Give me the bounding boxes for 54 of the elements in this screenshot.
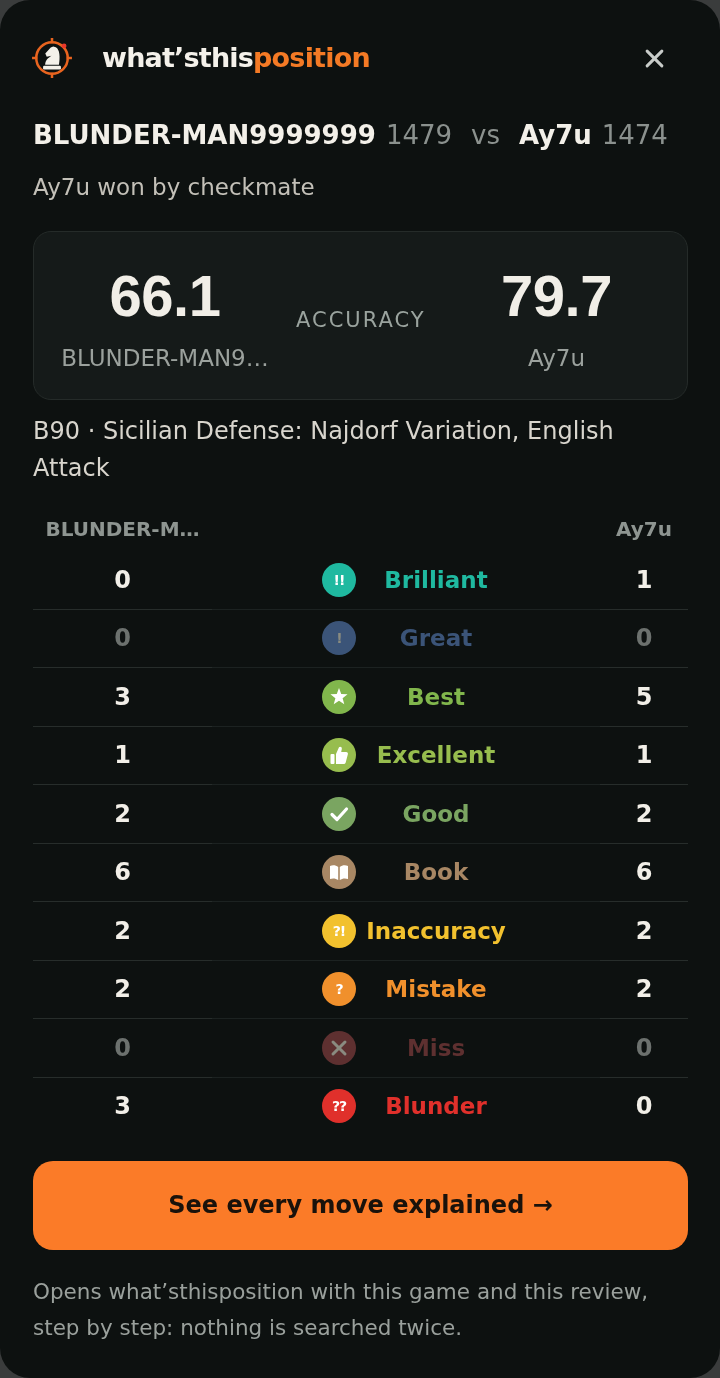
move-count: 2 (635, 798, 653, 829)
classification-label: Blunder (385, 1092, 487, 1122)
move-count: 6 (635, 857, 653, 888)
move-count: 3 (114, 1091, 131, 1122)
move-count: 1 (635, 564, 653, 595)
player-rating: 1474 (601, 119, 668, 151)
symbol-badge: ?! (322, 913, 356, 948)
move-count: 2 (635, 915, 653, 946)
move-count: 2 (114, 915, 131, 946)
footnote-text: Opens what’sthisposition with this game and this review, step by step: nothing is searched twice. (33, 1277, 650, 1342)
symbol-badge: ! (322, 621, 356, 656)
move-count: 0 (635, 1091, 653, 1122)
move-count: 0 (114, 1032, 131, 1063)
logo-icon (31, 37, 73, 79)
classification-label: Good (402, 799, 470, 829)
player-name: Ay7u (519, 119, 592, 151)
player-rating: 1479 (385, 119, 453, 151)
move-count: 3 (114, 681, 131, 712)
brand-name: what’sthisposition (102, 41, 370, 75)
column-header: Ay7u (616, 517, 672, 541)
move-count: 1 (635, 740, 653, 771)
move-count: 2 (635, 974, 653, 1005)
classification-label: Book (403, 858, 469, 888)
classification-label: Great (399, 624, 473, 654)
game-result: Ay7u won by checkmate (33, 173, 316, 202)
classification-label: Mistake (385, 975, 487, 1005)
close-icon (645, 48, 664, 68)
move-count: 2 (114, 798, 131, 829)
versus-label: vs (471, 119, 500, 151)
classification-label: Excellent (376, 741, 496, 771)
classification-label: Inaccuracy (366, 916, 506, 946)
move-count: 0 (635, 1032, 653, 1063)
player-name: BLUNDER-MAN9999999 (33, 119, 376, 151)
player-name: BLUNDER-MAN9… (61, 344, 269, 372)
move-count: 5 (635, 681, 653, 712)
classification-label: Brilliant (384, 565, 488, 595)
symbol-badge: !! (322, 562, 356, 597)
player-name: Ay7u (528, 344, 586, 372)
explain-moves-button[interactable]: See every move explained → (33, 1160, 688, 1250)
column-header: BLUNDER-M… (45, 517, 200, 541)
move-count: 0 (635, 623, 653, 654)
classification-label: Best (407, 682, 465, 712)
move-count: 6 (114, 857, 131, 888)
accuracy-score: 66.1 (109, 267, 221, 325)
move-count: 0 (114, 623, 131, 654)
accuracy-score: 79.7 (501, 267, 612, 325)
move-count: 1 (114, 740, 131, 771)
classification-label: Miss (406, 1033, 466, 1063)
accuracy-label: ACCURACY (296, 306, 426, 333)
move-count: 0 (114, 564, 131, 595)
symbol-badge: ? (322, 972, 356, 1007)
symbol-badge: ?? (322, 1089, 356, 1124)
opening-name: B90 · Sicilian Defense: Najdorf Variation, English Attack (33, 416, 615, 484)
move-count: 2 (114, 974, 131, 1005)
